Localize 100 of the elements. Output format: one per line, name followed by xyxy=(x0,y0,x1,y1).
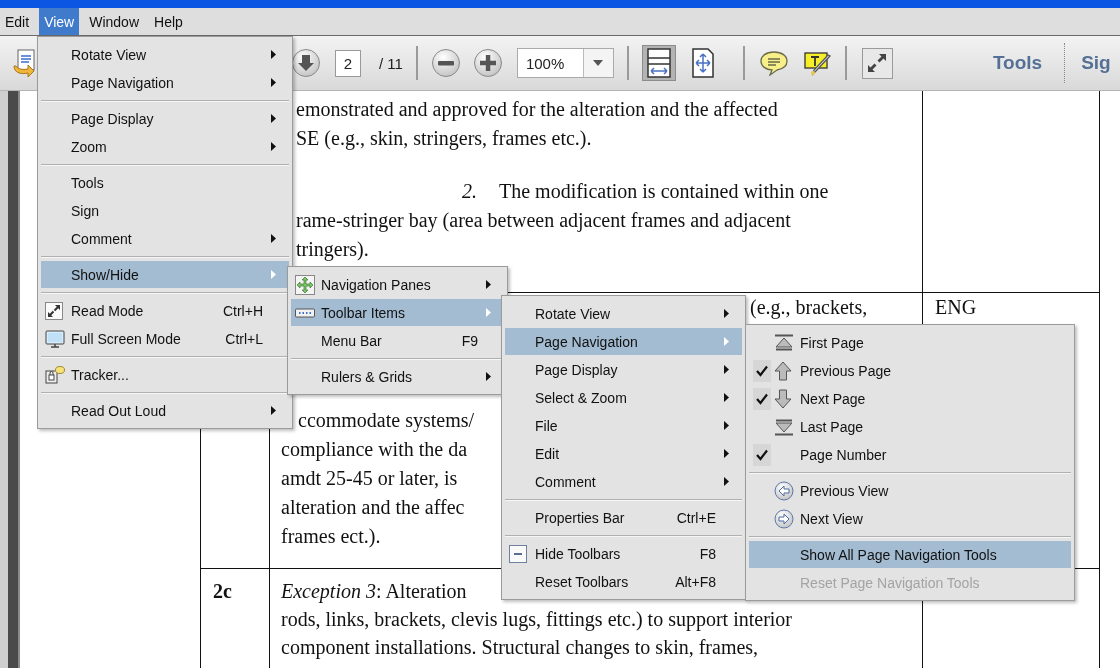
submenu-arrow-icon xyxy=(724,365,729,374)
menu-item[interactable]: Select & Zoom xyxy=(505,384,742,411)
menu-item[interactable]: Last Page xyxy=(749,413,1071,440)
document-arrow-icon[interactable] xyxy=(12,48,36,78)
menu-bar-item[interactable]: View xyxy=(39,8,80,35)
menu-item[interactable]: Reset Toolbars Alt+F8 xyxy=(505,568,742,595)
shortcut-text: Ctrl+H xyxy=(222,302,264,319)
row-number: 2c xyxy=(212,579,232,604)
speech-bubble-icon[interactable] xyxy=(759,50,788,76)
text-line: alteration and the affec xyxy=(281,495,465,520)
menu-item[interactable]: Read Mode Ctrl+H xyxy=(41,297,289,324)
sign-tab[interactable]: Sig xyxy=(1081,52,1111,74)
text-line: rame-stringer bay (area between adjacent frames and adjacent xyxy=(296,208,791,234)
submenu-arrow-icon xyxy=(271,114,276,123)
shortcut-text: Ctrl+E xyxy=(676,509,717,526)
menu-item[interactable]: Comment xyxy=(41,225,289,252)
caret-icon xyxy=(593,60,604,66)
submenu-arrow-icon xyxy=(271,78,276,87)
page-count: / 11 xyxy=(379,54,403,72)
fit-page-icon xyxy=(689,48,716,78)
zoom-out-icon[interactable] xyxy=(430,48,461,78)
submenu-arrow-icon xyxy=(724,393,729,402)
text-line: The modification is contained within one xyxy=(499,179,829,204)
menu-item: Reset Page Navigation Tools xyxy=(799,573,981,593)
page-number-field[interactable]: 2 xyxy=(335,49,361,77)
menu-item[interactable]: Page Navigation xyxy=(505,328,742,355)
down-arrow-icon xyxy=(774,388,792,409)
submenu-arrow-icon xyxy=(724,337,729,346)
page-width-icon xyxy=(645,48,672,78)
menu-item[interactable]: Rulers & Grids xyxy=(291,363,504,390)
monitor-icon xyxy=(45,329,65,348)
text-line: ccommodate systems/ xyxy=(298,408,475,434)
text-line: component installations. Structural changes to skin, frames, xyxy=(281,635,759,661)
shortcut-text: Alt+F8 xyxy=(675,573,717,590)
shortcut-text: Ctrl+L xyxy=(225,330,264,347)
text-line: rods, links, brackets, clevis lugs, fittings etc.) to support interior xyxy=(281,607,793,633)
menu-bar-item[interactable]: Window xyxy=(84,8,144,35)
up-arrow-icon xyxy=(774,360,792,381)
menu-bar-item[interactable]: Help xyxy=(149,8,188,35)
read-mode-button[interactable] xyxy=(861,47,893,79)
menu-item[interactable]: Menu Bar F9 xyxy=(291,327,504,354)
last-page-icon xyxy=(774,417,794,436)
toolbar-icon xyxy=(295,307,315,318)
check-icon xyxy=(756,392,768,405)
submenu-arrow-icon xyxy=(724,421,729,430)
menu-item[interactable]: Hide Toolbars F8 xyxy=(505,540,742,567)
zoom-in-icon[interactable] xyxy=(472,48,503,78)
menu-item[interactable]: Toolbar Items xyxy=(291,299,504,326)
menu-item[interactable]: Next Page xyxy=(749,385,1071,412)
text-line: SE (e.g., skin, stringers, frames etc.). xyxy=(296,126,592,152)
menu-item[interactable]: Show All Page Navigation Tools xyxy=(749,541,1071,568)
shortcut-text: F8 xyxy=(699,545,717,562)
menu-item[interactable]: Next View xyxy=(749,505,1071,532)
menu-item[interactable]: Show/Hide xyxy=(41,261,289,288)
submenu-arrow-icon xyxy=(486,372,491,381)
text-pen-icon[interactable] xyxy=(803,50,832,76)
table-cell-text: ENG xyxy=(934,295,977,320)
zoom-field[interactable]: 100% xyxy=(516,48,614,78)
text-line: frames ect.). xyxy=(281,524,381,550)
submenu-arrow-icon xyxy=(271,50,276,59)
page-width-button[interactable] xyxy=(641,45,676,81)
submenu-arrow-icon xyxy=(271,234,276,243)
menu-item[interactable]: Zoom xyxy=(41,133,289,160)
first-page-icon xyxy=(774,333,794,352)
menu-item[interactable]: Comment xyxy=(505,468,742,495)
move-arrows-icon xyxy=(295,274,315,295)
menu-item[interactable]: Page Navigation xyxy=(41,69,289,96)
text-line: Exception 3: Alteration xyxy=(281,579,467,605)
menu-item[interactable]: Rotate View xyxy=(505,300,742,327)
text-line: emonstrated and approved for the alteration and the affected xyxy=(296,97,778,123)
menu-item[interactable]: Full Screen Mode Ctrl+L xyxy=(41,325,289,352)
submenu-arrow-icon xyxy=(486,280,491,289)
expand-icon xyxy=(45,301,63,320)
next-page-icon[interactable] xyxy=(291,48,321,78)
check-icon xyxy=(756,364,768,377)
lock-bubble-icon xyxy=(45,365,65,384)
menu-item[interactable]: Tools xyxy=(41,169,289,196)
menu-item[interactable]: Page Display xyxy=(505,356,742,383)
submenu-arrow-icon xyxy=(724,449,729,458)
menu-item[interactable]: Previous Page xyxy=(749,357,1071,384)
submenu-arrow-icon xyxy=(271,270,276,279)
check-icon xyxy=(756,448,768,461)
text-line: compliance with the da xyxy=(281,437,468,463)
menu-item[interactable]: Previous View xyxy=(749,477,1071,504)
menu-item[interactable]: Read Out Loud xyxy=(41,397,289,424)
dropdown-button[interactable] xyxy=(583,49,613,77)
menu-item[interactable]: First Page xyxy=(749,329,1071,356)
menu-item[interactable]: Page Display xyxy=(41,105,289,132)
submenu-arrow-icon xyxy=(724,309,729,318)
tools-tab[interactable]: Tools xyxy=(988,52,1047,74)
menu-item[interactable]: Tracker... xyxy=(41,361,289,388)
submenu-arrow-icon xyxy=(724,477,729,486)
menu-item[interactable]: Edit xyxy=(505,440,742,467)
menu-item[interactable]: Navigation Panes xyxy=(291,271,504,298)
menu-item[interactable]: Page Number xyxy=(749,441,1071,468)
menu-bar-item[interactable]: Edit xyxy=(0,8,35,35)
menu-item[interactable]: File xyxy=(505,412,742,439)
menu-item[interactable]: Properties Bar Ctrl+E xyxy=(505,504,742,531)
menu-item[interactable]: Sign xyxy=(41,197,289,224)
menu-item[interactable]: Rotate View xyxy=(41,41,289,68)
